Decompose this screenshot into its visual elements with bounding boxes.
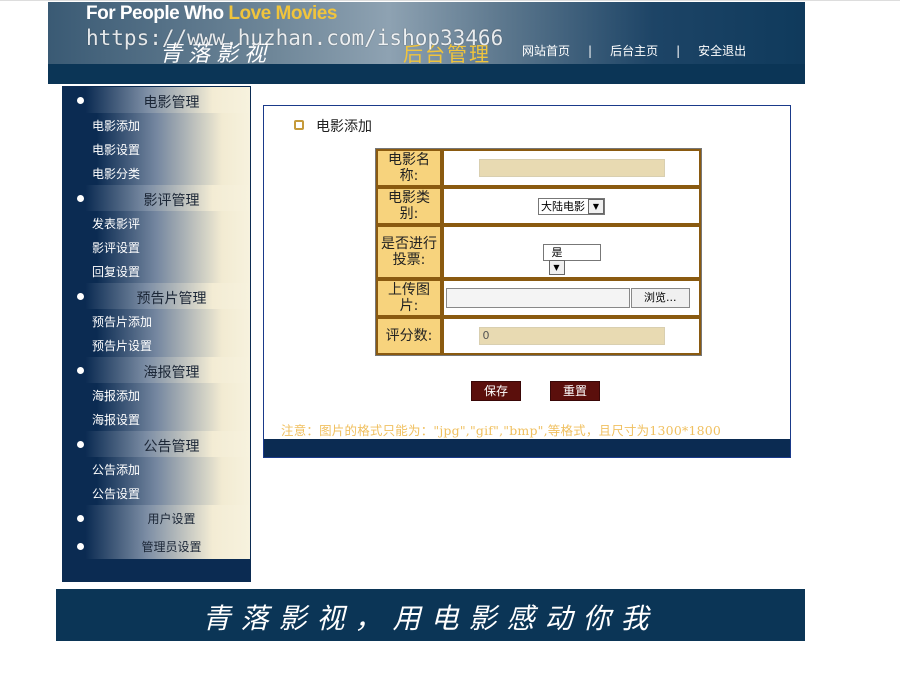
sidebar-group-notice[interactable]: 公告管理 — [63, 431, 250, 457]
select-value: 是 — [551, 245, 563, 259]
movie-name-input[interactable] — [478, 159, 665, 177]
sidebar-link[interactable]: 发表影评 — [92, 215, 140, 232]
sidebar-group-title: 海报管理 — [143, 365, 200, 381]
sidebar: 电影管理 电影添加 电影设置 电影分类 影评管理 发表影评 影评设置 回复设置 … — [62, 86, 251, 582]
sidebar-item-notice-add[interactable]: 公告添加 — [63, 457, 250, 481]
sidebar-item-reply-settings[interactable]: 回复设置 — [63, 259, 250, 283]
sidebar-group-title: 公告管理 — [143, 439, 200, 455]
vote-cell: 是▼ — [442, 225, 701, 279]
score-label: 评分数: — [376, 317, 442, 355]
sidebar-item-movie-settings[interactable]: 电影设置 — [63, 137, 250, 161]
vote-select[interactable]: 是▼ — [542, 243, 601, 275]
chevron-down-icon: ▼ — [588, 198, 604, 214]
sidebar-link[interactable]: 电影分类 — [92, 165, 140, 182]
slogan-text: For People Who — [86, 3, 229, 24]
movie-category-cell: 大陆电影 ▼ — [442, 187, 701, 225]
site-header: For People Who Love Movies 青落影视 后台管理 htt… — [48, 2, 805, 84]
sidebar-footer-bar — [63, 559, 250, 581]
sidebar-link[interactable]: 公告添加 — [92, 461, 140, 478]
sidebar-link[interactable]: 电影添加 — [92, 117, 140, 134]
footer-banner: 青落影视，用电影感动你我 — [56, 589, 805, 641]
sidebar-group-user-settings[interactable]: 用户设置 — [63, 505, 250, 533]
upload-note: 注意：图片的格式只能为："jpg","gif","bmp",等格式，且尺寸为13… — [281, 423, 722, 438]
sidebar-item-poster-add[interactable]: 海报添加 — [63, 383, 250, 407]
sidebar-item-notice-settings[interactable]: 公告设置 — [63, 481, 250, 505]
top-divider — [0, 0, 900, 1]
sidebar-link[interactable]: 回复设置 — [92, 263, 140, 280]
sidebar-group-trailer[interactable]: 预告片管理 — [63, 283, 250, 309]
sidebar-item-trailer-add[interactable]: 预告片添加 — [63, 309, 250, 333]
file-path-input[interactable] — [446, 288, 630, 308]
save-button[interactable]: 保存 — [471, 381, 521, 401]
sidebar-group-title: 电影管理 — [143, 95, 200, 111]
sidebar-item-movie-add[interactable]: 电影添加 — [63, 113, 250, 137]
sidebar-link[interactable]: 预告片添加 — [92, 313, 152, 330]
sidebar-group-review[interactable]: 影评管理 — [63, 185, 250, 211]
movie-category-select[interactable]: 大陆电影 ▼ — [538, 197, 605, 215]
page-title: 电影添加 — [294, 116, 372, 136]
sidebar-item-poster-settings[interactable]: 海报设置 — [63, 407, 250, 431]
sidebar-item-movie-category[interactable]: 电影分类 — [63, 161, 250, 185]
sidebar-group-title: 管理员设置 — [141, 540, 202, 554]
score-input[interactable]: 0 — [478, 327, 665, 345]
upload-cell: 浏览... — [442, 279, 701, 317]
select-value: 大陆电影 — [541, 199, 585, 213]
page-title-text: 电影添加 — [316, 119, 372, 135]
sidebar-link[interactable]: 公告设置 — [92, 485, 140, 502]
reset-button[interactable]: 重置 — [550, 381, 600, 401]
sidebar-link[interactable]: 海报添加 — [92, 387, 140, 404]
sidebar-group-poster[interactable]: 海报管理 — [63, 357, 250, 383]
header-slogan: For People Who Love Movies — [86, 3, 337, 25]
sidebar-group-title: 用户设置 — [147, 512, 196, 526]
score-cell: 0 — [442, 317, 701, 355]
movie-category-label: 电影类别: — [376, 187, 442, 225]
square-bullet-icon — [294, 120, 304, 130]
sidebar-link[interactable]: 预告片设置 — [92, 337, 152, 354]
vote-label: 是否进行投票: — [376, 225, 442, 279]
main-panel: 电影添加 电影名称: 电影类别: 大陆电影 ▼ 是否进行投票: 是▼ 上传图片: … — [263, 105, 791, 458]
movie-name-cell — [442, 149, 701, 187]
sidebar-group-title: 预告片管理 — [136, 291, 207, 307]
nav-separator: | — [588, 44, 593, 58]
sidebar-link[interactable]: 影评设置 — [92, 239, 140, 256]
upload-label: 上传图片: — [376, 279, 442, 317]
sidebar-item-review-post[interactable]: 发表影评 — [63, 211, 250, 235]
slogan-highlight: Love Movies — [228, 3, 337, 24]
nav-logout[interactable]: 安全退出 — [698, 44, 746, 58]
browse-button[interactable]: 浏览... — [631, 288, 690, 308]
sidebar-item-review-settings[interactable]: 影评设置 — [63, 235, 250, 259]
movie-add-form: 电影名称: 电影类别: 大陆电影 ▼ 是否进行投票: 是▼ 上传图片: 浏览...… — [375, 148, 702, 356]
nav-separator: | — [676, 44, 681, 58]
sidebar-link[interactable]: 电影设置 — [92, 141, 140, 158]
top-nav: 网站首页 | 后台主页 | 安全退出 — [522, 42, 746, 59]
sidebar-item-trailer-settings[interactable]: 预告片设置 — [63, 333, 250, 357]
sidebar-group-admin-settings[interactable]: 管理员设置 — [63, 533, 250, 561]
sidebar-link[interactable]: 海报设置 — [92, 411, 140, 428]
watermark-url: https://www.huzhan.com/ishop33466 — [86, 26, 504, 50]
panel-footer-bar — [264, 439, 790, 457]
footer-slogan: 青落影视，用电影感动你我 — [202, 602, 659, 635]
chevron-down-icon: ▼ — [548, 259, 565, 275]
nav-admin-home[interactable]: 后台主页 — [610, 44, 658, 58]
sidebar-group-title: 影评管理 — [143, 193, 200, 209]
movie-name-label: 电影名称: — [376, 149, 442, 187]
nav-site-home[interactable]: 网站首页 — [522, 44, 570, 58]
sidebar-group-movie[interactable]: 电影管理 — [63, 87, 250, 113]
